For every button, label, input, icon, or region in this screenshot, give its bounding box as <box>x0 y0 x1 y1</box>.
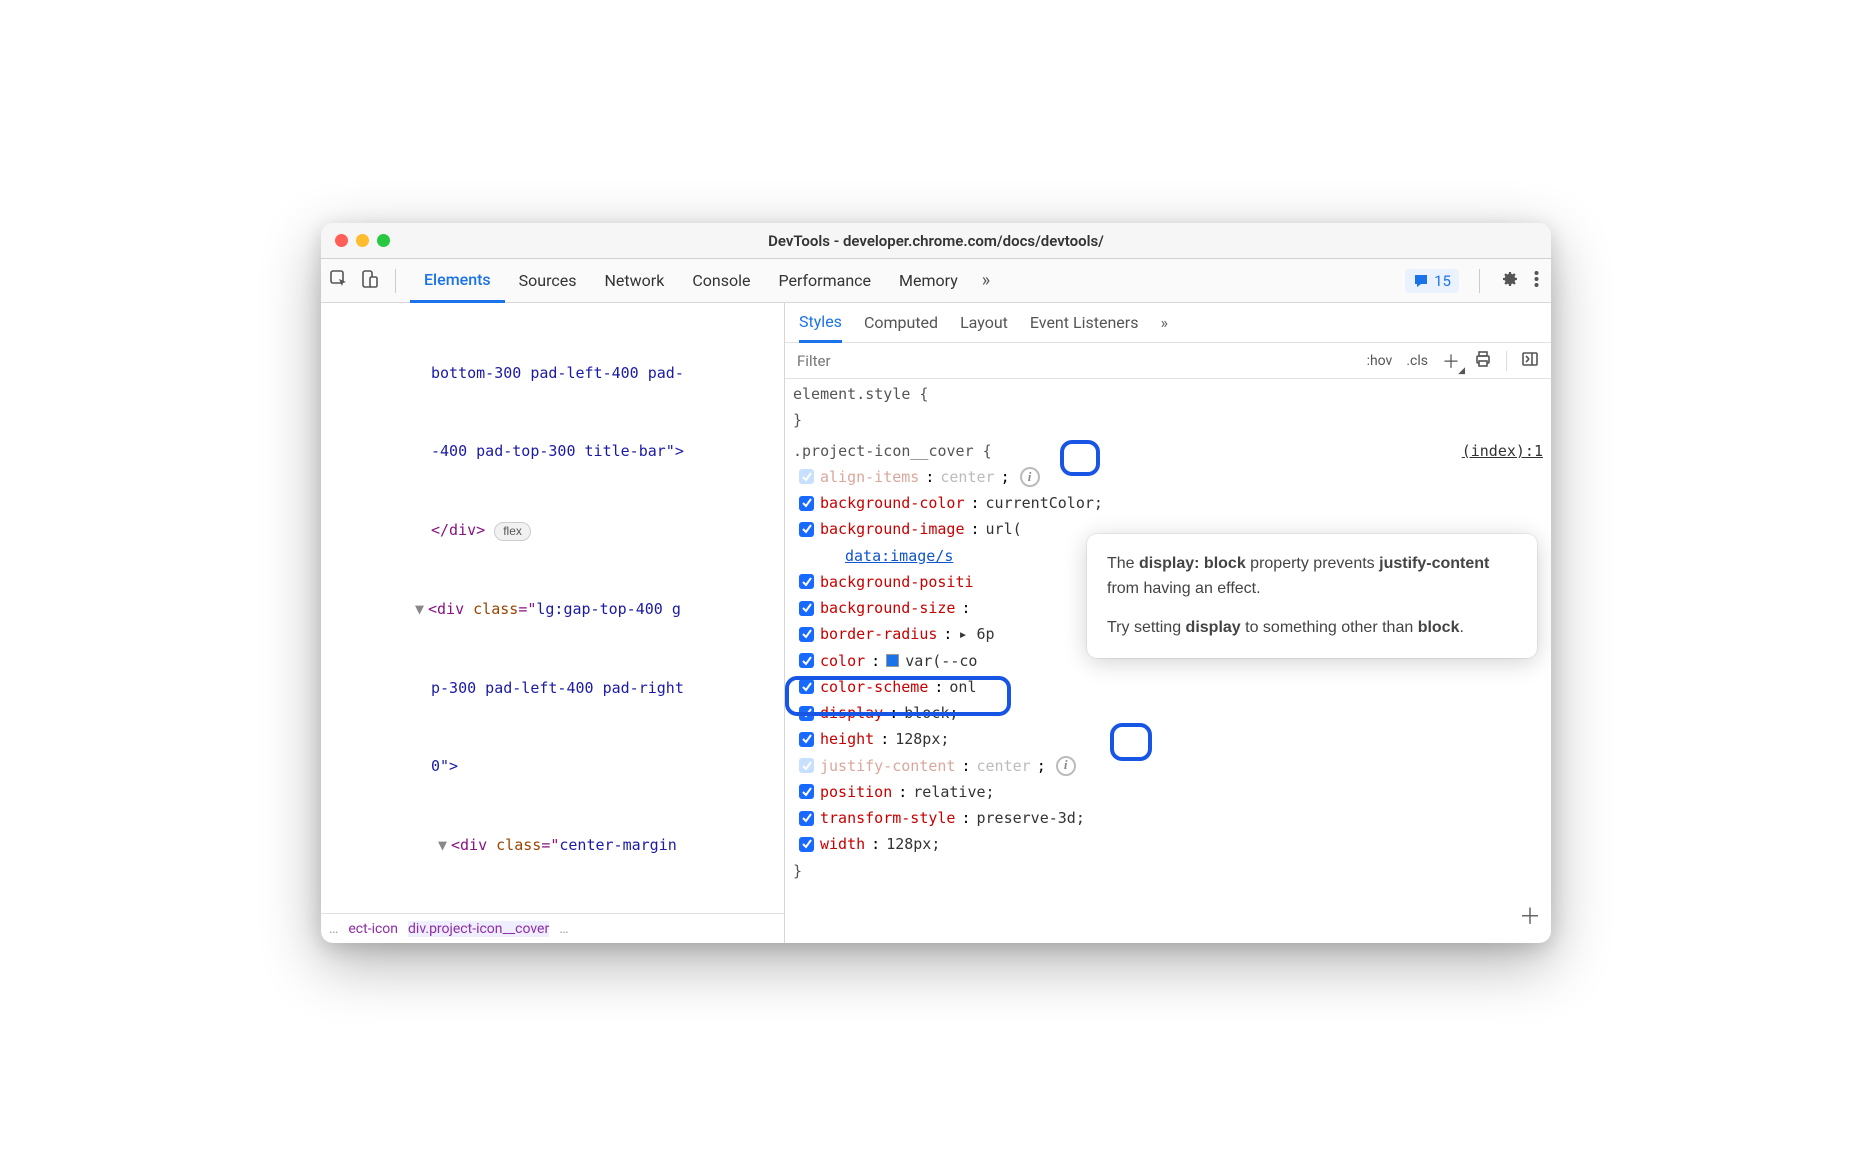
css-prop-align-items[interactable]: align-items: center;i <box>793 464 1543 490</box>
info-icon[interactable]: i <box>1020 467 1040 487</box>
css-prop-background-color[interactable]: background-color: currentColor; <box>793 490 1543 516</box>
new-style-rule-icon[interactable]: ＋◢ <box>1442 348 1460 374</box>
css-prop-width[interactable]: width: 128px; <box>793 831 1543 857</box>
more-subtabs-icon[interactable]: » <box>1160 313 1168 332</box>
annotation-display-block <box>785 676 1011 716</box>
breadcrumb-item-active[interactable]: div.project-icon__cover <box>408 921 549 937</box>
tooltip-popover: The display: block property prevents jus… <box>1087 534 1537 658</box>
breadcrumb-item[interactable]: ect-icon <box>348 921 398 937</box>
flex-badge[interactable]: flex <box>494 522 531 541</box>
dom-tree[interactable]: bottom-300 pad-left-400 pad- -400 pad-to… <box>321 303 784 913</box>
cls-toggle[interactable]: .cls <box>1406 353 1428 369</box>
element-style-selector: element.style { <box>793 385 928 403</box>
annotation-info-icon-2 <box>1110 723 1152 761</box>
css-prop-height[interactable]: height: 128px; <box>793 726 1543 752</box>
kebab-menu-icon[interactable] <box>1534 269 1539 293</box>
tab-performance[interactable]: Performance <box>764 259 885 303</box>
styles-body[interactable]: element.style { } .project-icon__cover {… <box>785 379 1551 943</box>
window-title: DevTools - developer.chrome.com/docs/dev… <box>321 232 1551 250</box>
inspect-element-icon[interactable] <box>329 269 349 293</box>
checkbox-icon[interactable] <box>799 522 814 537</box>
checkbox-icon[interactable] <box>799 784 814 799</box>
checkbox-icon[interactable] <box>799 837 814 852</box>
checkbox-icon[interactable] <box>799 732 814 747</box>
css-prop-position[interactable]: position: relative; <box>793 779 1543 805</box>
info-icon[interactable]: i <box>1056 756 1076 776</box>
checkbox-icon[interactable] <box>799 574 814 589</box>
data-url-link[interactable]: data:image/s <box>845 547 953 565</box>
css-prop-transform-style[interactable]: transform-style: preserve-3d; <box>793 805 1543 831</box>
tab-styles[interactable]: Styles <box>799 303 842 343</box>
checkbox-icon[interactable] <box>799 627 814 642</box>
devtools-window: DevTools - developer.chrome.com/docs/dev… <box>321 223 1551 943</box>
annotation-info-icon-1 <box>1060 440 1100 476</box>
filter-row: :hov .cls ＋◢ <box>785 343 1551 379</box>
styles-filter-input[interactable] <box>785 352 1367 370</box>
print-icon[interactable] <box>1474 350 1492 372</box>
checkbox-icon[interactable] <box>799 653 814 668</box>
tab-layout[interactable]: Layout <box>960 303 1008 343</box>
toggle-sidebar-icon[interactable] <box>1521 350 1539 372</box>
hov-toggle[interactable]: :hov <box>1367 353 1393 369</box>
rule-selector[interactable]: .project-icon__cover { <box>793 442 992 460</box>
styles-panel: Styles Computed Layout Event Listeners »… <box>785 303 1551 943</box>
tab-memory[interactable]: Memory <box>885 259 972 303</box>
dom-panel: bottom-300 pad-left-400 pad- -400 pad-to… <box>321 303 785 943</box>
device-toolbar-icon[interactable] <box>359 269 379 293</box>
tab-sources[interactable]: Sources <box>505 259 591 303</box>
tab-console[interactable]: Console <box>678 259 764 303</box>
console-message-count[interactable]: 15 <box>1405 269 1459 293</box>
settings-gear-icon[interactable] <box>1500 269 1520 293</box>
checkbox-icon[interactable] <box>799 496 814 511</box>
tab-elements[interactable]: Elements <box>410 259 505 303</box>
breadcrumb-more-right[interactable]: … <box>559 921 568 937</box>
rule-source-link[interactable]: (index):1 <box>1462 438 1543 464</box>
checkbox-icon[interactable] <box>799 601 814 616</box>
checkbox-icon[interactable] <box>799 758 814 773</box>
tab-network[interactable]: Network <box>591 259 679 303</box>
tab-computed[interactable]: Computed <box>864 303 938 343</box>
checkbox-icon[interactable] <box>799 811 814 826</box>
main-tab-bar: Elements Sources Network Console Perform… <box>321 259 1551 303</box>
tab-event-listeners[interactable]: Event Listeners <box>1030 303 1139 343</box>
styles-sub-tabs: Styles Computed Layout Event Listeners » <box>785 303 1551 343</box>
checkbox-icon[interactable] <box>799 469 814 484</box>
color-swatch[interactable] <box>886 654 899 667</box>
more-tabs-icon[interactable]: » <box>972 270 1000 291</box>
message-count-value: 15 <box>1434 272 1451 290</box>
add-rule-button[interactable]: ＋ <box>1519 899 1541 938</box>
breadcrumb-more-left[interactable]: … <box>329 921 338 937</box>
breadcrumb[interactable]: … ect-icon div.project-icon__cover … <box>321 913 784 943</box>
css-prop-justify-content[interactable]: justify-content: center;i <box>793 753 1543 779</box>
title-bar: DevTools - developer.chrome.com/docs/dev… <box>321 223 1551 259</box>
